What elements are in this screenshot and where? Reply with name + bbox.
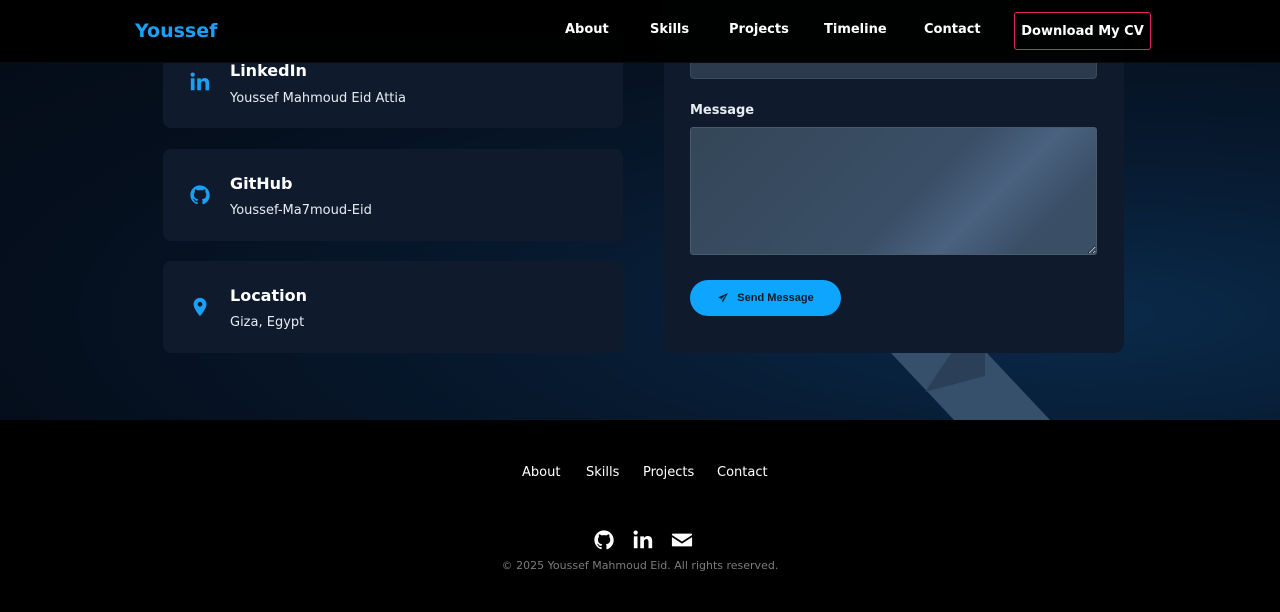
github-icon[interactable]: [593, 529, 615, 551]
contact-card-value: Youssef-Ma7moud-Eid: [230, 203, 372, 218]
nav-link-about[interactable]: About: [565, 22, 609, 37]
site-logo[interactable]: Youssef: [135, 20, 217, 42]
nav-link-contact[interactable]: Contact: [924, 22, 981, 37]
contact-card-title: Location: [230, 286, 307, 305]
contact-section: LinkedIn Youssef Mahmoud Eid Attia GitHu…: [0, 0, 1280, 420]
send-button-label: Send Message: [737, 292, 814, 304]
linkedin-icon: [189, 71, 211, 93]
message-textarea[interactable]: [690, 127, 1097, 255]
download-cv-button[interactable]: Download My CV: [1014, 12, 1151, 50]
contact-card-github[interactable]: GitHub Youssef-Ma7moud-Eid: [163, 149, 623, 241]
github-icon: [189, 184, 211, 206]
footer-link-about[interactable]: About: [522, 465, 560, 480]
footer-link-contact[interactable]: Contact: [717, 465, 768, 480]
contact-card-value: Youssef Mahmoud Eid Attia: [230, 91, 406, 106]
footer-link-skills[interactable]: Skills: [586, 465, 619, 480]
linkedin-icon[interactable]: [632, 529, 654, 551]
contact-card-value: Giza, Egypt: [230, 315, 305, 330]
copyright-text: © 2025 Youssef Mahmoud Eid. All rights r…: [501, 559, 779, 572]
contact-card-title: LinkedIn: [230, 61, 307, 80]
message-label: Message: [690, 103, 755, 118]
contact-card-title: GitHub: [230, 174, 293, 193]
nav-link-projects[interactable]: Projects: [729, 22, 789, 37]
location-pin-icon: [189, 296, 211, 318]
footer: About Skills Projects Contact © 2025 You…: [0, 420, 1280, 612]
paper-plane-icon: [718, 293, 729, 303]
footer-link-projects[interactable]: Projects: [643, 465, 694, 480]
nav-link-timeline[interactable]: Timeline: [824, 22, 887, 37]
send-message-button[interactable]: Send Message: [690, 280, 841, 316]
nav-link-skills[interactable]: Skills: [650, 22, 689, 37]
navbar: Youssef About Skills Projects Timeline C…: [0, 0, 1280, 63]
contact-card-location[interactable]: Location Giza, Egypt: [163, 261, 623, 353]
envelope-icon[interactable]: [671, 529, 693, 551]
